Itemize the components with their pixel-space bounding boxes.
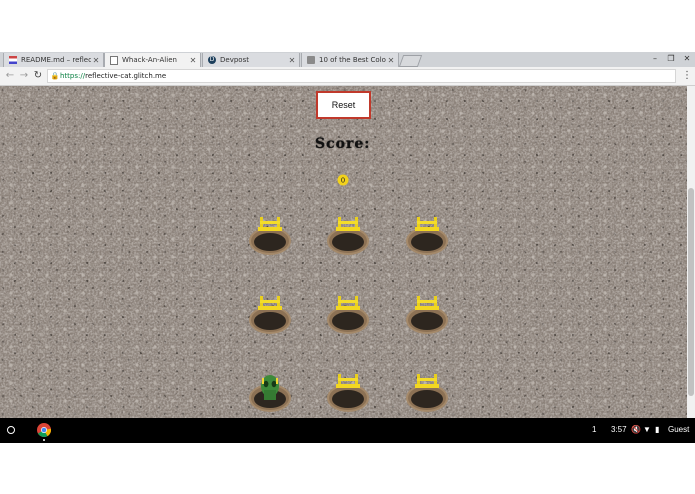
hole[interactable] [248,215,292,257]
running-indicator [43,439,45,441]
hole-marker-icon [415,296,439,310]
score-label: Score: [315,136,371,152]
screen-margin-top [0,0,695,52]
forward-icon[interactable]: → [18,69,30,82]
lock-icon: 🔒 [50,72,60,80]
tab-devpost[interactable]: D Devpost ✕ [202,53,300,67]
hole[interactable] [248,372,292,414]
address-bar[interactable]: 🔒 https:// reflective-cat.glitch.me [47,69,676,83]
reset-button[interactable]: Reset [316,91,371,119]
hole[interactable] [326,372,370,414]
back-icon[interactable]: ← [4,69,16,82]
reload-icon[interactable]: ↻ [32,69,44,82]
mute-icon[interactable]: 🔇 [631,423,641,437]
close-tab-icon[interactable]: ✕ [287,56,297,65]
hole-marker-icon [336,296,360,310]
menu-icon[interactable]: ⋮ [681,69,693,82]
hole-marker-icon [415,217,439,231]
chrome-icon[interactable] [37,423,51,437]
page-icon [110,55,118,65]
url-host: reflective-cat.glitch.me [85,72,167,80]
minimize-icon[interactable]: – [648,53,662,65]
hole-marker-icon [336,217,360,231]
battery-icon[interactable]: ▮ [655,423,659,437]
os-shelf [0,418,695,443]
hole-marker-icon [258,296,282,310]
folder-icon [307,56,315,64]
svg-text:0: 0 [341,177,345,185]
close-tab-icon[interactable]: ✕ [91,56,101,65]
tab-whack-an-alien[interactable]: Whack-An-Alien ✕ [104,53,201,67]
screen-margin-bottom [0,443,695,494]
close-tab-icon[interactable]: ✕ [188,56,198,65]
tab-label: 10 of the Best Colors to [319,56,386,64]
tab-label: Whack-An-Alien [122,56,177,64]
scrollbar-thumb[interactable] [688,188,694,396]
clock[interactable]: 3:57 [611,423,627,437]
close-tab-icon[interactable]: ✕ [386,56,396,65]
restore-icon[interactable]: ❐ [664,53,678,65]
url-scheme: https:// [60,72,86,80]
wifi-icon[interactable]: ▼ [643,423,651,437]
hole[interactable] [248,294,292,336]
hole[interactable] [326,294,370,336]
hole[interactable] [405,215,449,257]
flag-icon [9,56,17,64]
game-page: Reset Score: 0 [0,86,687,418]
hole[interactable] [405,372,449,414]
hole-marker-icon [336,374,360,388]
hole-marker-icon [415,374,439,388]
hole-marker-icon [258,217,282,231]
devpost-icon: D [208,56,216,64]
tab-label: README.md – reflective [21,56,91,64]
score-value: 0 [337,174,349,186]
tab-readme[interactable]: README.md – reflective ✕ [3,53,104,67]
tab-label: Devpost [220,56,249,64]
hole[interactable] [405,294,449,336]
launcher-icon[interactable] [7,426,15,434]
notification-count[interactable]: 1 [592,423,596,437]
hole[interactable] [326,215,370,257]
tab-colors[interactable]: 10 of the Best Colors to ✕ [301,53,399,67]
user-label[interactable]: Guest [668,423,689,437]
close-window-icon[interactable]: ✕ [680,53,694,65]
